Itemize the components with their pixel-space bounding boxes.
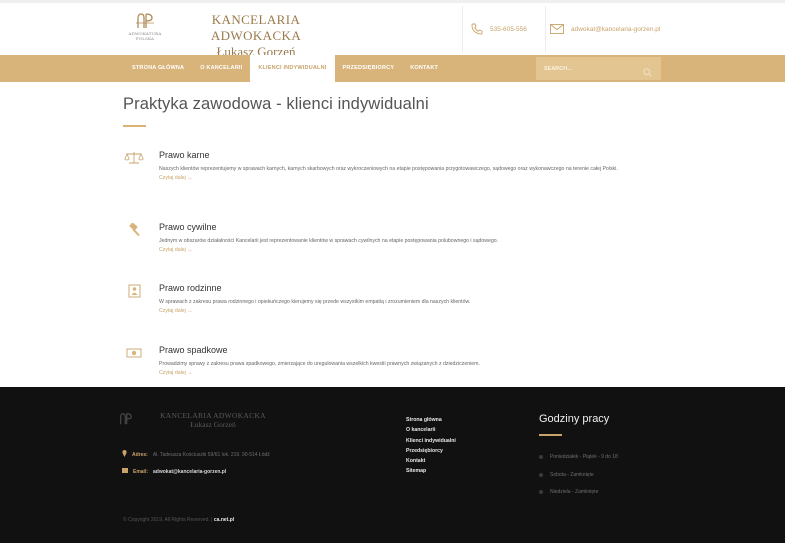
- copyright-text: © Copyright 2019. All Rights Reserved. |: [123, 517, 213, 523]
- scales-icon: [124, 151, 144, 165]
- site-footer: KANCELARIA ADWOKACKA Łukasz Gorzeń Adres…: [0, 387, 785, 543]
- footer-brand-line2: Łukasz Gorzeń: [190, 420, 236, 429]
- mail-icon: [550, 24, 564, 34]
- footer-email-address[interactable]: adwokat@kancelaria-gorzen.pl: [153, 469, 226, 475]
- practice-title[interactable]: Prawo cywilne: [159, 222, 217, 232]
- hours-title: Godziny pracy: [539, 413, 610, 425]
- read-more-link[interactable]: Czytaj dalej →: [159, 370, 192, 376]
- phone-number: 535-605-556: [490, 25, 527, 33]
- nav-item-business[interactable]: PRZEDSIĘBIORCY: [335, 55, 403, 82]
- bullet-icon: [539, 455, 543, 459]
- practice-description: W sprawach z zakresu prawa rodzinnego i …: [159, 299, 471, 305]
- hours-text: Niedziela - Zamknięte: [550, 489, 599, 495]
- hours-item: Niedziela - Zamknięte: [539, 489, 598, 495]
- title-underline: [123, 125, 146, 127]
- family-icon: [124, 284, 144, 298]
- bullet-icon: [539, 490, 543, 494]
- hours-item: Sobota - Zamknięte: [539, 472, 594, 478]
- nav-item-individual-clients[interactable]: KLIENCI INDYWIDUALNI: [250, 55, 335, 82]
- copyright-link[interactable]: ca.net.pl: [214, 517, 234, 523]
- main-nav: STRONA GŁÓWNA O KANCELARII KLIENCI INDYW…: [0, 55, 785, 82]
- hours-underline: [539, 434, 562, 436]
- footer-link-home[interactable]: Strona główna: [406, 415, 456, 425]
- practice-title[interactable]: Prawo rodzinne: [159, 283, 222, 293]
- address-text: Al. Tadeusza Kościuszki 59/61 lok. 219, …: [152, 451, 270, 458]
- money-icon: [124, 346, 144, 360]
- hours-text: Poniedziałek - Piątek - 9 do 18: [550, 454, 618, 460]
- email-address: adwokat@kancelaria-gorzen.pl: [571, 25, 661, 33]
- footer-link-individual-clients[interactable]: Klienci indywidualni: [406, 436, 456, 446]
- bullet-icon: [539, 473, 543, 477]
- hours-item: Poniedziałek - Piątek - 9 do 18: [539, 454, 618, 460]
- header-phone[interactable]: 535-605-556: [462, 6, 527, 52]
- footer-brand-line1: KANCELARIA ADWOKACKA: [160, 411, 266, 420]
- hours-text: Sobota - Zamknięte: [550, 472, 594, 478]
- header-email[interactable]: adwokat@kancelaria-gorzen.pl: [545, 6, 660, 52]
- footer-brand[interactable]: KANCELARIA ADWOKACKA Łukasz Gorzeń: [158, 411, 268, 429]
- footer-link-business[interactable]: Przedsiębiorcy: [406, 446, 456, 456]
- read-more-link[interactable]: Czytaj dalej →: [159, 247, 192, 253]
- address-label: Adres:: [132, 451, 148, 458]
- footer-link-sitemap[interactable]: Sitemap: [406, 466, 456, 476]
- footer-links: Strona główna O kancelarii Klienci indyw…: [406, 415, 456, 477]
- read-more-link[interactable]: Czytaj dalej →: [159, 175, 192, 181]
- read-more-link[interactable]: Czytaj dalej →: [159, 308, 192, 314]
- location-pin-icon: [122, 450, 127, 459]
- footer-email: Email: adwokat@kancelaria-gorzen.pl: [122, 468, 226, 475]
- search-icon[interactable]: [643, 64, 652, 82]
- nav-item-home[interactable]: STRONA GŁÓWNA: [124, 55, 192, 82]
- practice-description: Prowadzimy sprawy z zakresu prawa spadko…: [159, 361, 480, 367]
- footer-link-about[interactable]: O kancelarii: [406, 425, 456, 435]
- footer-link-contact[interactable]: Kontakt: [406, 456, 456, 466]
- site-header: Adwokatura Polska KANCELARIA ADWOKACKA Ł…: [0, 3, 785, 59]
- logo-small-line2: Polska: [135, 36, 155, 41]
- logo-icon: [125, 13, 165, 31]
- nav-item-contact[interactable]: KONTAKT: [402, 55, 446, 82]
- mail-icon: [122, 468, 128, 475]
- practice-description: Naszych klientów reprezentujemy w sprawa…: [159, 166, 618, 172]
- nav-item-about[interactable]: O KANCELARII: [192, 55, 250, 82]
- logo[interactable]: Adwokatura Polska: [125, 13, 165, 41]
- copyright: © Copyright 2019. All Rights Reserved. |…: [123, 517, 234, 523]
- logo-icon: [112, 413, 140, 428]
- search-input[interactable]: [536, 57, 636, 81]
- brand-line1: KANCELARIA ADWOKACKA: [210, 12, 302, 43]
- search-box: [536, 57, 661, 82]
- gavel-icon: [124, 222, 144, 237]
- page-title: Praktyka zawodowa - klienci indywidualni: [123, 95, 429, 113]
- practice-description: Jednym w obszarów działalności Kancelari…: [159, 238, 499, 244]
- practice-title[interactable]: Prawo karne: [159, 150, 210, 160]
- email-label: Email:: [133, 468, 149, 475]
- footer-address: Adres: Al. Tadeusza Kościuszki 59/61 lok…: [122, 450, 270, 459]
- brand-name[interactable]: KANCELARIA ADWOKACKA Łukasz Gorzeń: [176, 12, 336, 60]
- practice-title[interactable]: Prawo spadkowe: [159, 345, 228, 355]
- phone-icon: [471, 23, 483, 35]
